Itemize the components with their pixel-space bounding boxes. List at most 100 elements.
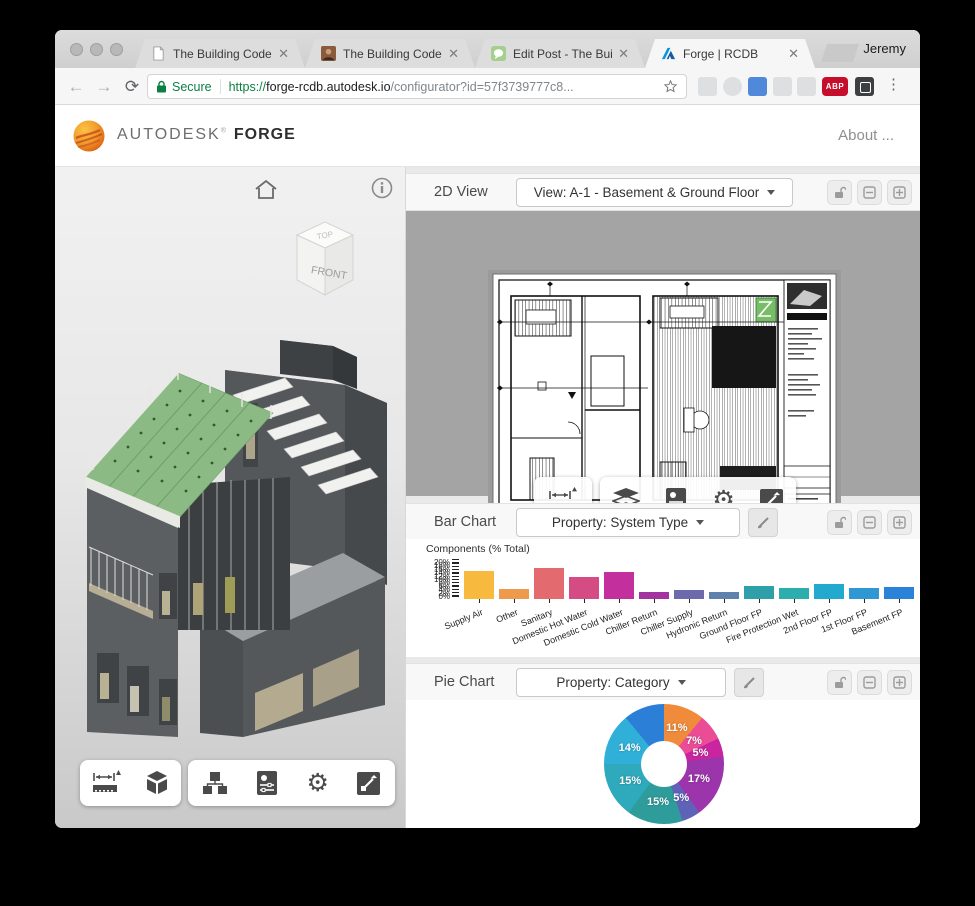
pie-segment-label: 15%: [619, 775, 641, 787]
bar-rect[interactable]: [709, 592, 739, 599]
back-button[interactable]: ←: [65, 76, 87, 98]
traffic-light-close[interactable]: [70, 43, 83, 56]
address-bar[interactable]: Secure https://forge-rcdb.autodesk.io/co…: [147, 74, 687, 99]
bar[interactable]: Fire Protection Wet: [779, 566, 809, 599]
sheet-viewer-2d[interactable]: ⚙: [406, 211, 920, 496]
model-structure-icon[interactable]: [202, 770, 228, 796]
about-link[interactable]: About ...: [838, 127, 894, 144]
bar[interactable]: Domestic Hot Water: [569, 566, 599, 599]
product-name: FORGE: [234, 126, 296, 143]
panel-expand-button[interactable]: [887, 670, 912, 695]
bar[interactable]: Sanitary: [534, 566, 564, 599]
bar[interactable]: 1st Floor FP: [849, 566, 879, 599]
tab-close-icon[interactable]: ✕: [618, 47, 629, 60]
bar-chart-body: Components (% Total) 20%18%16%14%12%10%8…: [406, 539, 920, 657]
y-tick-mark: [452, 595, 459, 596]
pie-chart-donut[interactable]: 11%7%5%17%5%15%15%14%: [604, 704, 724, 824]
lock-open-icon: [833, 186, 846, 199]
panel-header-pie-chart: Pie Chart Property: Category: [406, 663, 920, 701]
extension-icon-3[interactable]: [773, 77, 792, 96]
bookmark-star-icon[interactable]: [663, 79, 678, 94]
new-tab-button[interactable]: [821, 44, 859, 62]
browser-menu-icon[interactable]: ⋮: [886, 75, 901, 93]
panel-collapse-button[interactable]: [857, 670, 882, 695]
panel-lock-button[interactable]: [827, 670, 852, 695]
bar[interactable]: Chiller Return: [639, 566, 669, 599]
y-tick-mark: [452, 572, 459, 573]
traffic-light-zoom[interactable]: [110, 43, 123, 56]
bar[interactable]: 2nd Floor FP: [814, 566, 844, 599]
tab-edit-post[interactable]: Edit Post - The Buil ✕: [475, 39, 645, 68]
tab-forge-rcdb-active[interactable]: Forge | RCDB ✕: [645, 39, 815, 68]
properties-icon[interactable]: [255, 770, 279, 796]
bar-rect[interactable]: [674, 590, 704, 599]
bar-rect[interactable]: [569, 577, 599, 599]
view-selector-dropdown[interactable]: View: A-1 - Basement & Ground Floor: [516, 178, 793, 207]
panel-expand-button[interactable]: [887, 510, 912, 535]
viewer-3d[interactable]: TOP FRONT: [55, 167, 405, 828]
y-tick-mark: [452, 585, 459, 586]
extension-icon-2[interactable]: [723, 77, 742, 96]
measure-tool-icon[interactable]: [90, 769, 124, 797]
brand-text: AUTODESK®FORGE: [117, 126, 296, 144]
y-tick-mark: [452, 576, 459, 577]
bar[interactable]: Ground Floor FP: [744, 566, 774, 599]
bar-chart-title: Components (% Total): [426, 543, 530, 555]
x-tick: [654, 599, 655, 603]
traffic-light-minimize[interactable]: [90, 43, 103, 56]
pie-theme-brush-button[interactable]: [734, 668, 764, 697]
extension-icon-4[interactable]: [797, 77, 816, 96]
bar[interactable]: Supply Air: [464, 566, 494, 599]
bar[interactable]: Basement FP: [884, 566, 914, 599]
url-path: /configurator?id=57f3739777c8...: [391, 80, 574, 94]
settings-gear-icon[interactable]: ⚙: [306, 771, 328, 796]
pie-property-dropdown[interactable]: Property: Category: [516, 668, 726, 697]
tab-title: Forge | RCDB: [683, 47, 782, 61]
bar-rect[interactable]: [639, 592, 669, 599]
model-explode-icon[interactable]: [143, 769, 171, 797]
y-tick-mark: [452, 582, 459, 583]
panel-title-bar-chart: Bar Chart: [434, 514, 496, 530]
info-icon[interactable]: [371, 177, 393, 199]
collapse-panel-icon: [863, 676, 876, 689]
forward-button[interactable]: →: [93, 76, 115, 98]
panel-collapse-button[interactable]: [857, 510, 882, 535]
tab-close-icon[interactable]: ✕: [788, 47, 799, 60]
bar-theme-brush-button[interactable]: [748, 508, 778, 537]
extension-icon-1[interactable]: [698, 77, 717, 96]
tab-close-icon[interactable]: ✕: [448, 47, 459, 60]
tab-building-coder-2[interactable]: The Building Coder: ✕: [305, 39, 475, 68]
tab-close-icon[interactable]: ✕: [278, 47, 289, 60]
bar-rect[interactable]: [604, 572, 634, 599]
bar-rect[interactable]: [814, 584, 844, 599]
panel-collapse-button[interactable]: [857, 180, 882, 205]
home-icon[interactable]: [253, 178, 279, 202]
panel-lock-button[interactable]: [827, 180, 852, 205]
building-model[interactable]: [75, 285, 390, 740]
bar-rect[interactable]: [849, 588, 879, 599]
bar[interactable]: Domestic Cold Water: [604, 566, 634, 599]
bar-rect[interactable]: [779, 588, 809, 599]
panel-lock-button[interactable]: [827, 510, 852, 535]
extension-icon-5[interactable]: [855, 77, 874, 96]
bar-rect[interactable]: [499, 589, 529, 599]
tab-building-coder-1[interactable]: The Building Coder ✕: [135, 39, 305, 68]
bar-rect[interactable]: [464, 571, 494, 599]
bar[interactable]: Chiller Supply: [674, 566, 704, 599]
reload-button[interactable]: ⟳: [121, 76, 143, 98]
x-tick: [514, 599, 515, 603]
browser-profile-name[interactable]: Jeremy: [863, 41, 906, 56]
bar-rect[interactable]: [884, 587, 914, 599]
y-tick-mark: [452, 562, 459, 563]
panel-expand-button[interactable]: [887, 180, 912, 205]
bar-property-dropdown[interactable]: Property: System Type: [516, 508, 740, 537]
y-tick-label: 0%: [438, 593, 450, 601]
adblock-plus-icon[interactable]: ABP: [822, 77, 848, 96]
fullscreen-icon[interactable]: [356, 771, 381, 796]
bar[interactable]: Other: [499, 566, 529, 599]
url-domain: forge-rcdb.autodesk.io: [266, 80, 390, 94]
bar-rect[interactable]: [744, 586, 774, 599]
bar-rect[interactable]: [534, 568, 564, 599]
bar[interactable]: Hydronic Return: [709, 566, 739, 599]
translate-extension-icon[interactable]: [748, 77, 767, 96]
